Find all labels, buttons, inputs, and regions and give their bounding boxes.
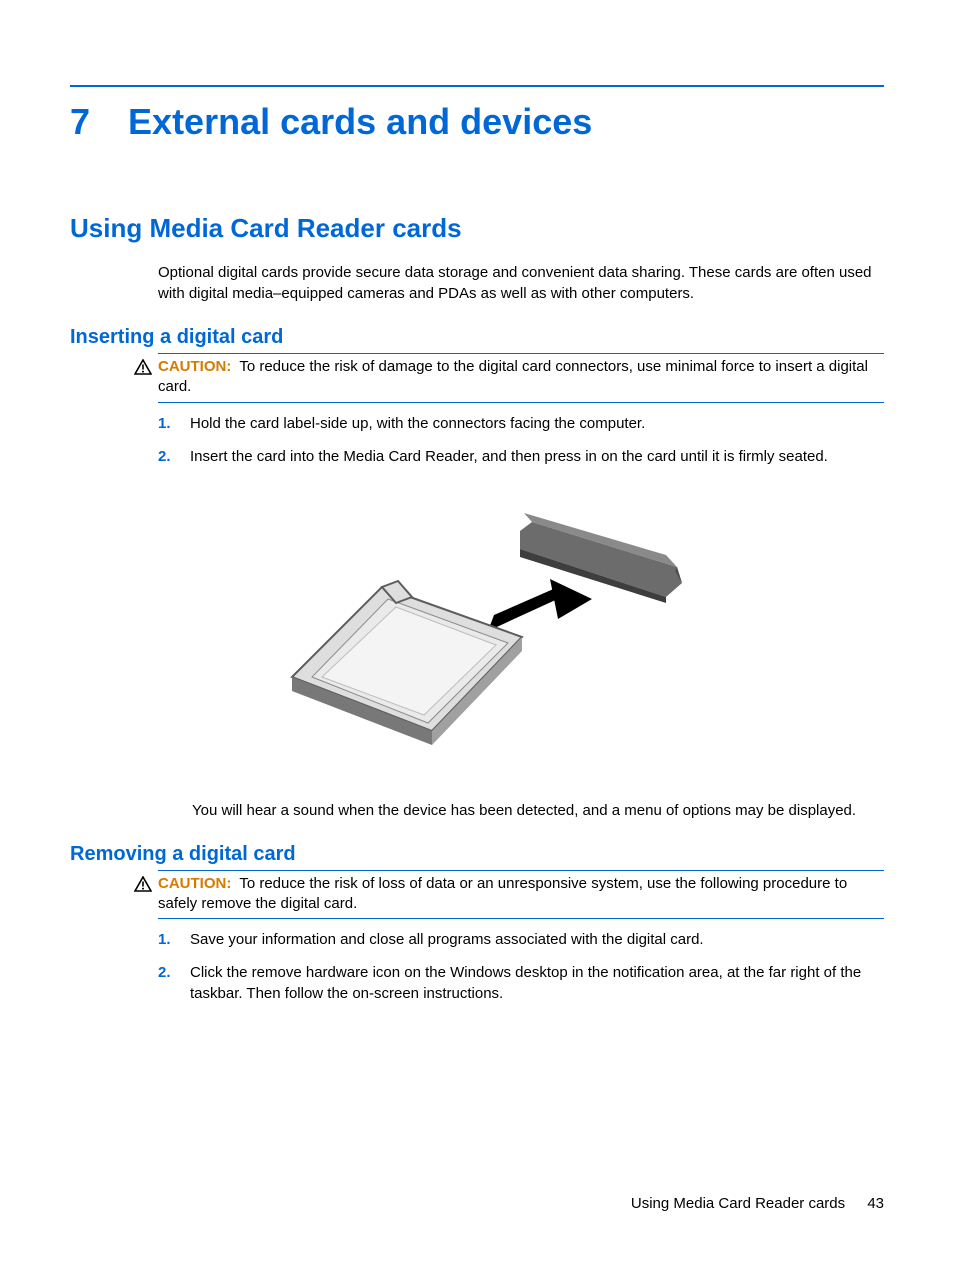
step-number: 2. <box>158 962 172 1004</box>
step-number: 2. <box>158 446 172 467</box>
caution-block-remove: CAUTION:To reduce the risk of loss of da… <box>134 870 884 920</box>
remove-steps: 1. Save your information and close all p… <box>158 929 884 1004</box>
insert-steps: 1. Hold the card label-side up, with the… <box>158 413 884 467</box>
list-item: 1. Hold the card label-side up, with the… <box>158 413 884 434</box>
list-item: 2. Insert the card into the Media Card R… <box>158 446 884 467</box>
footer-section-name: Using Media Card Reader cards <box>631 1195 845 1212</box>
chapter-number: 7 <box>70 101 90 143</box>
step-text: Hold the card label-side up, with the co… <box>190 413 645 434</box>
figure-insert-card <box>70 487 884 782</box>
step-number: 1. <box>158 929 172 950</box>
page-footer: Using Media Card Reader cards 43 <box>631 1195 884 1212</box>
list-item: 1. Save your information and close all p… <box>158 929 884 950</box>
step-text: Insert the card into the Media Card Read… <box>190 446 828 467</box>
step-number: 1. <box>158 413 172 434</box>
step-text: Click the remove hardware icon on the Wi… <box>190 962 884 1004</box>
chapter-header: 7 External cards and devices <box>70 101 884 143</box>
subsection-heading-inserting: Inserting a digital card <box>70 326 884 349</box>
chapter-title: External cards and devices <box>128 101 592 143</box>
caution-text: To reduce the risk of damage to the digi… <box>158 358 868 395</box>
caution-block-insert: CAUTION:To reduce the risk of damage to … <box>134 353 884 403</box>
section-heading-using-media-card-reader-cards: Using Media Card Reader cards <box>70 213 884 244</box>
subsection-heading-removing: Removing a digital card <box>70 843 884 866</box>
step-text: Save your information and close all prog… <box>190 929 704 950</box>
caution-label: CAUTION: <box>158 875 231 892</box>
intro-paragraph: Optional digital cards provide secure da… <box>158 262 884 304</box>
caution-label: CAUTION: <box>158 358 231 375</box>
caution-icon <box>134 876 152 897</box>
list-item: 2. Click the remove hardware icon on the… <box>158 962 884 1004</box>
insert-result-text: You will hear a sound when the device ha… <box>192 800 884 821</box>
footer-page-number: 43 <box>867 1195 884 1212</box>
caution-text: To reduce the risk of loss of data or an… <box>158 875 847 912</box>
caution-icon <box>134 359 152 380</box>
